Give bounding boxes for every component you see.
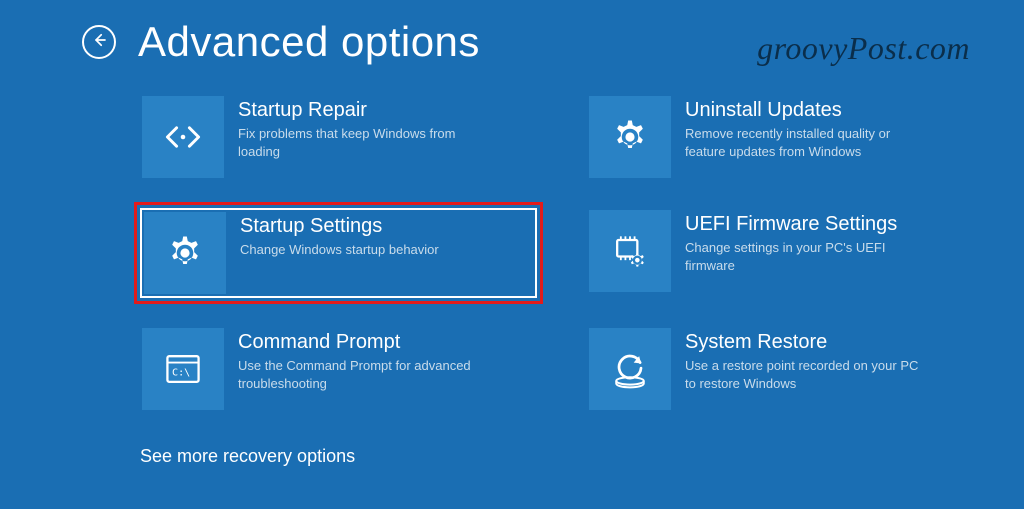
options-grid: Startup Repair Fix problems that keep Wi… (0, 94, 1024, 412)
restore-icon (589, 328, 671, 410)
page-header: Advanced options (0, 18, 1024, 66)
tile-desc: Change Windows startup behavior (240, 241, 439, 259)
tile-desc: Use the Command Prompt for advanced trou… (238, 357, 478, 392)
svg-text:C:\: C:\ (172, 367, 190, 378)
tile-title: Command Prompt (238, 331, 478, 354)
tile-title: Startup Settings (240, 215, 439, 238)
tile-startup-repair[interactable]: Startup Repair Fix problems that keep Wi… (140, 94, 537, 180)
tile-desc: Fix problems that keep Windows from load… (238, 125, 478, 160)
tile-command-prompt[interactable]: C:\ Command Prompt Use the Command Promp… (140, 326, 537, 412)
tile-desc: Remove recently installed quality or fea… (685, 125, 925, 160)
chip-gear-icon (589, 210, 671, 292)
tile-system-restore[interactable]: System Restore Use a restore point recor… (587, 326, 984, 412)
arrow-left-icon (90, 31, 108, 54)
tile-title: Startup Repair (238, 99, 478, 122)
page-title: Advanced options (138, 18, 480, 66)
tile-uninstall-updates[interactable]: Uninstall Updates Remove recently instal… (587, 94, 984, 180)
tile-startup-settings[interactable]: Startup Settings Change Windows startup … (134, 202, 543, 304)
tile-title: UEFI Firmware Settings (685, 213, 925, 236)
tile-title: Uninstall Updates (685, 99, 925, 122)
tile-desc: Change settings in your PC's UEFI firmwa… (685, 239, 925, 274)
tile-uefi-firmware-settings[interactable]: UEFI Firmware Settings Change settings i… (587, 208, 984, 298)
back-button[interactable] (82, 25, 116, 59)
see-more-link[interactable]: See more recovery options (0, 446, 1024, 467)
tile-title: System Restore (685, 331, 925, 354)
tile-desc: Use a restore point recorded on your PC … (685, 357, 925, 392)
code-brackets-icon (142, 96, 224, 178)
gear-icon (144, 212, 226, 294)
gear-icon (589, 96, 671, 178)
terminal-icon: C:\ (142, 328, 224, 410)
